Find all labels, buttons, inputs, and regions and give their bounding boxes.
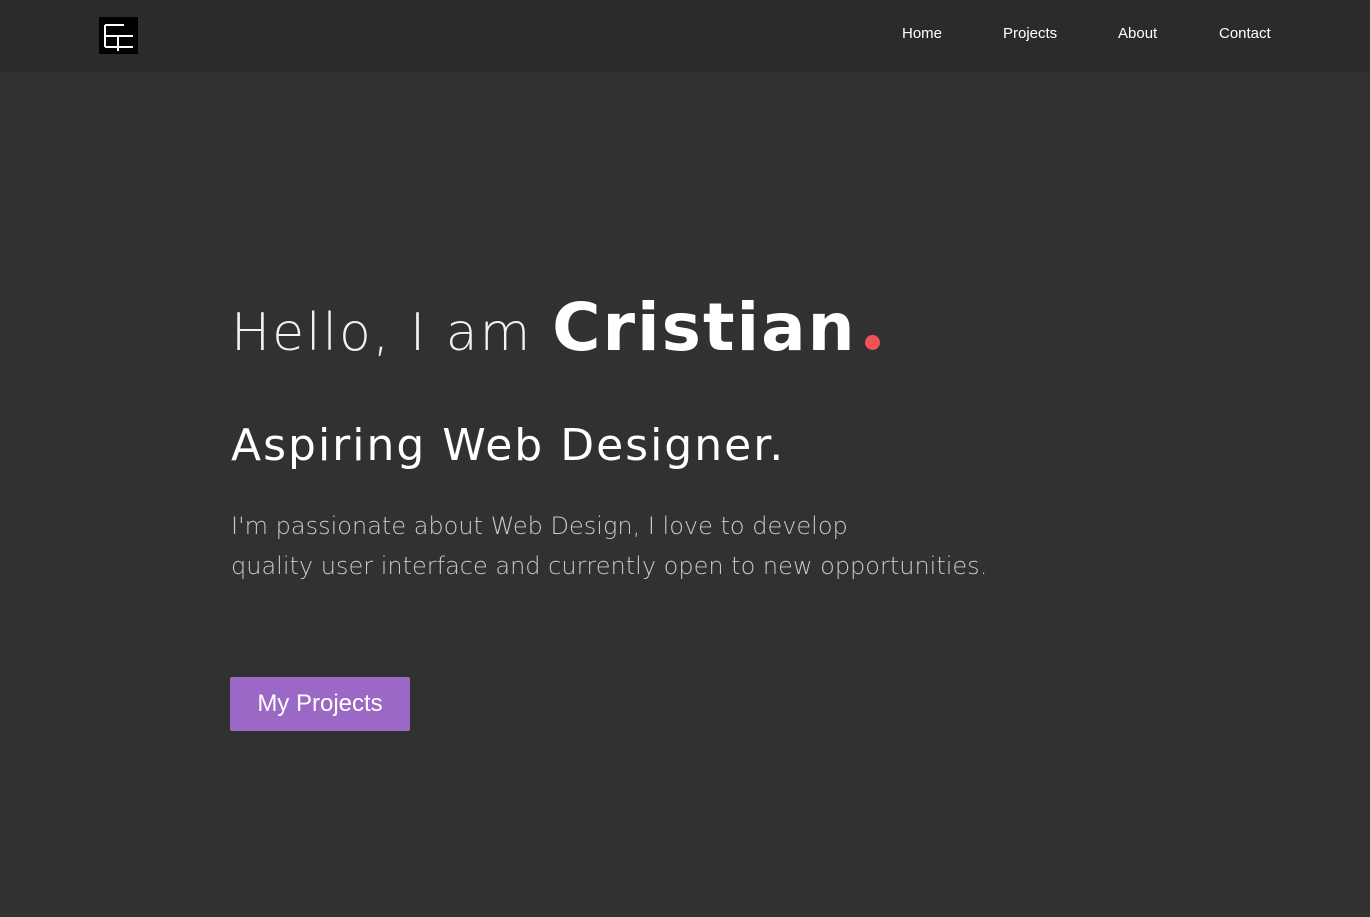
logo-icon[interactable] xyxy=(99,17,138,54)
hero-description-line: quality user interface and currently ope… xyxy=(231,552,988,580)
hero-name: Cristian xyxy=(552,289,857,366)
hero-description: I'm passionate about Web Design, I love … xyxy=(231,506,987,586)
nav-link-home[interactable]: Home xyxy=(902,24,942,44)
nav-link-about[interactable]: About xyxy=(1118,24,1157,44)
my-projects-button[interactable]: My Projects xyxy=(230,677,410,731)
accent-dot-icon xyxy=(864,335,880,350)
nav-link-contact[interactable]: Contact xyxy=(1219,24,1271,44)
top-navbar: Home Projects About Contact xyxy=(0,0,1370,72)
nav-link-projects[interactable]: Projects xyxy=(1003,24,1057,44)
hero-subtitle: Aspiring Web Designer. xyxy=(231,420,786,471)
hero-description-line: I'm passionate about Web Design, I love … xyxy=(231,512,848,540)
hero-greeting: Hello, I am xyxy=(231,303,533,363)
hero-title: Hello, I am Cristian xyxy=(231,288,880,373)
